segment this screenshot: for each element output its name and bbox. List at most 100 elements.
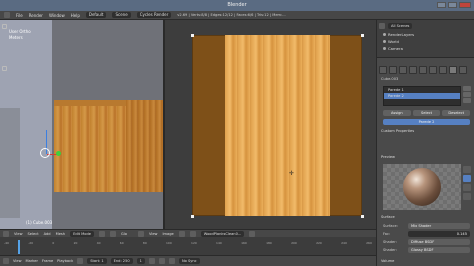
menu-frame[interactable]: Frame xyxy=(42,259,53,263)
start-frame-field[interactable]: Start: 1 xyxy=(87,258,107,264)
end-frame-field[interactable]: End: 250 xyxy=(110,258,133,264)
pivot-icon[interactable] xyxy=(109,230,116,237)
unit-label: Meters xyxy=(9,35,23,40)
sync-mode-selector[interactable]: No Sync xyxy=(178,258,200,264)
menu-playback[interactable]: Playback xyxy=(57,259,73,263)
image-editor-icon[interactable] xyxy=(137,230,144,237)
jump-start-icon[interactable] xyxy=(148,258,155,264)
fac-input[interactable]: 0.145 xyxy=(408,231,470,237)
3d-view-editor-icon[interactable] xyxy=(3,230,9,237)
data-tab-icon[interactable] xyxy=(439,66,447,74)
texture-tab-icon[interactable] xyxy=(459,66,467,74)
surface-panel-header[interactable]: Surface xyxy=(379,214,472,220)
editor-type-icon[interactable] xyxy=(4,12,10,18)
add-slot-button[interactable] xyxy=(463,86,471,91)
image-pin-icon[interactable] xyxy=(178,230,185,237)
timeline-ticks: -40 -20 0 20 40 60 80 100 120 140 160 18… xyxy=(4,241,372,245)
render-engine-selector[interactable]: Cycles Render xyxy=(136,12,172,18)
uv-vertex[interactable] xyxy=(361,34,364,37)
record-icon[interactable] xyxy=(77,258,84,264)
menu-window[interactable]: Window xyxy=(49,13,65,18)
shader2-label: Shader: xyxy=(383,248,397,252)
timeline[interactable]: -40 -20 0 20 40 60 80 100 120 140 160 18… xyxy=(0,237,376,255)
shader1-field[interactable]: Diffuse BSDF xyxy=(408,239,470,245)
menu-view[interactable]: View xyxy=(14,232,23,236)
scene-tab-icon[interactable] xyxy=(389,66,397,74)
image-new-icon[interactable] xyxy=(249,230,256,237)
outliner-row[interactable]: Camera xyxy=(383,46,403,51)
image-slot-icon[interactable] xyxy=(189,230,196,237)
menu-image[interactable]: Image xyxy=(162,232,173,236)
material-tab-icon[interactable] xyxy=(449,66,457,74)
timeline-editor-icon[interactable] xyxy=(3,258,9,264)
material-slot-list[interactable]: Parede 1 Parede 2 xyxy=(383,86,461,106)
material-datablock-field[interactable]: Parede 2 xyxy=(383,119,470,125)
volume-panel-header[interactable]: Volume xyxy=(379,258,472,264)
deselect-button[interactable]: Deselect xyxy=(442,110,471,116)
outliner-scene-filter[interactable]: All Scenes xyxy=(388,22,413,29)
layout-selector[interactable]: Default xyxy=(85,12,107,18)
menu-render[interactable]: Render xyxy=(29,13,43,18)
preview-cube-icon[interactable] xyxy=(463,184,471,191)
world-tab-icon[interactable] xyxy=(399,66,407,74)
preview-monkey-icon[interactable] xyxy=(463,193,471,200)
shader1-label: Shader: xyxy=(383,240,397,244)
preview-sphere-icon[interactable] xyxy=(463,175,471,182)
window-title: Blender xyxy=(227,2,247,8)
scene-selector[interactable]: Scene xyxy=(112,12,131,18)
menu-help[interactable]: Help xyxy=(71,13,80,18)
preview-panel-header[interactable]: Preview xyxy=(379,154,472,160)
minimize-button[interactable] xyxy=(437,2,446,8)
close-button[interactable] xyxy=(459,2,471,8)
object-tab-icon[interactable] xyxy=(409,66,417,74)
outliner-row[interactable]: RenderLayers xyxy=(383,32,414,37)
uv-vertex[interactable] xyxy=(191,215,194,218)
preview-flat-icon[interactable] xyxy=(463,166,471,173)
mouse-cursor-icon: ✛ xyxy=(289,170,295,177)
menu-add[interactable]: Add xyxy=(44,232,51,236)
shader2-row: Shader: Glossy BSDF xyxy=(383,247,470,253)
menu-marker[interactable]: Marker xyxy=(26,259,38,263)
toolshelf-toggle-icon[interactable] xyxy=(2,66,7,71)
render-tab-icon[interactable] xyxy=(379,66,387,74)
menu-select[interactable]: Select xyxy=(28,232,39,236)
surface-label: Surface: xyxy=(383,224,398,228)
modifiers-tab-icon[interactable] xyxy=(429,66,437,74)
orientation-selector[interactable]: Glo xyxy=(121,232,127,236)
assign-button[interactable]: Assign xyxy=(383,110,411,116)
image-name-field[interactable]: WoodPlanksClean0... xyxy=(200,230,245,237)
info-header: File Render Window Help Default Scene Cy… xyxy=(0,11,474,20)
outliner-row[interactable]: World xyxy=(383,39,399,44)
surface-shader-field[interactable]: Mix Shader xyxy=(408,223,470,229)
select-button[interactable]: Select xyxy=(412,110,441,116)
jump-end-icon[interactable] xyxy=(168,258,175,264)
uv-wood-texture xyxy=(225,35,330,216)
mode-selector[interactable]: Edit Mode xyxy=(70,230,94,237)
custom-properties-panel-header[interactable]: Custom Properties xyxy=(379,128,472,134)
slot-menu-button[interactable] xyxy=(463,98,471,103)
constraints-tab-icon[interactable] xyxy=(419,66,427,74)
menu-file[interactable]: File xyxy=(16,13,23,18)
material-slot-selected[interactable]: Parede 2 xyxy=(384,93,460,99)
tick-label: 200 xyxy=(291,241,297,245)
fac-row: Fac: 0.145 xyxy=(383,231,470,237)
uv-image-editor[interactable]: ✛ xyxy=(163,20,376,229)
menu-image-view[interactable]: View xyxy=(149,232,158,236)
maximize-button[interactable] xyxy=(448,2,457,8)
menu-timeline-view[interactable]: View xyxy=(13,259,22,263)
uv-vertex[interactable] xyxy=(191,34,194,37)
preview-type-buttons xyxy=(463,166,471,200)
uv-vertex[interactable] xyxy=(361,215,364,218)
menu-mesh[interactable]: Mesh xyxy=(56,232,65,236)
plus-icon[interactable] xyxy=(2,24,7,29)
3d-viewport[interactable]: User Ortho Meters (1) Cube.003 xyxy=(0,20,163,229)
outliner-view-icon[interactable] xyxy=(379,22,385,29)
material-preview xyxy=(383,164,461,210)
current-frame-field[interactable]: 1 xyxy=(136,258,145,264)
viewport-shading-icon[interactable] xyxy=(98,230,105,237)
play-icon[interactable] xyxy=(158,258,165,264)
remove-slot-button[interactable] xyxy=(463,92,471,97)
tick-label: -40 xyxy=(4,241,9,245)
transform-gizmo-y-handle[interactable] xyxy=(56,151,61,156)
shader2-field[interactable]: Glossy BSDF xyxy=(408,247,470,253)
